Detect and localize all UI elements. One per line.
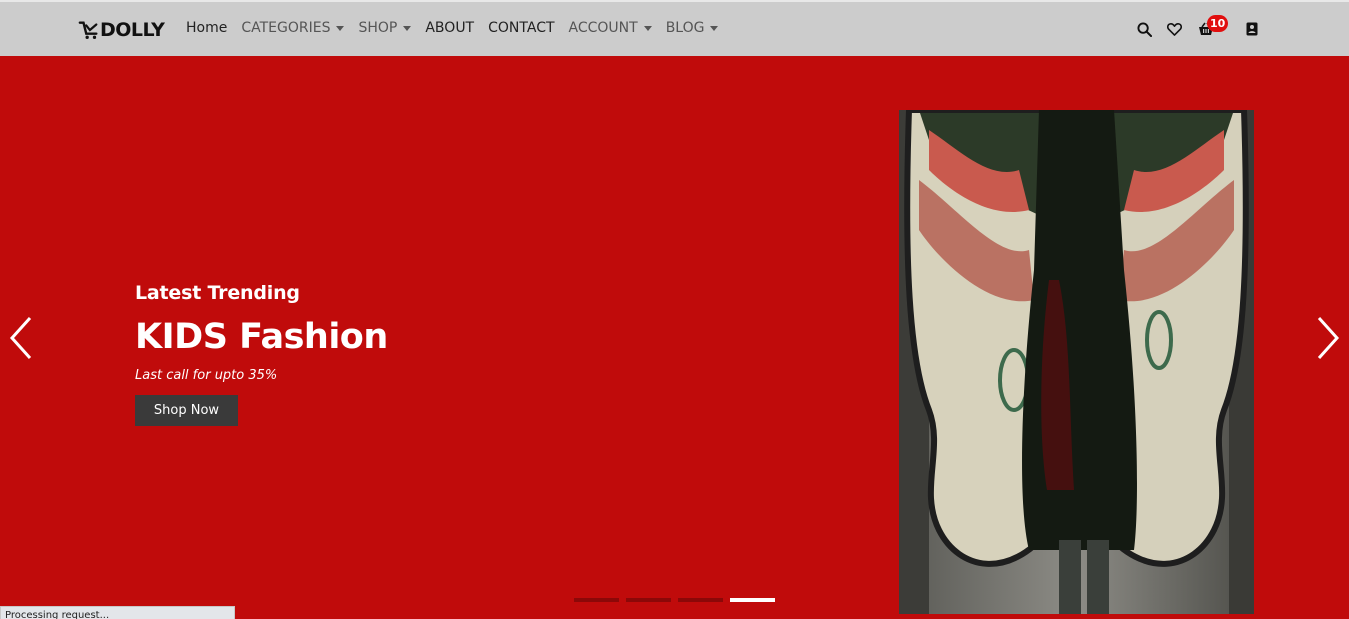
carousel-indicator-1[interactable]: [574, 598, 619, 602]
hero-description: Last call for upto 35%: [135, 368, 278, 383]
carousel-indicator-2[interactable]: [626, 598, 671, 602]
hero-carousel: Latest Trending KIDS Fashion Last call f…: [0, 56, 1349, 619]
chevron-right-icon: [1317, 316, 1340, 360]
main-nav: Home CATEGORIES SHOP ABOUT CONTACT ACCOU…: [186, 20, 732, 36]
nav-account[interactable]: ACCOUNT: [569, 20, 652, 36]
search-button[interactable]: [1135, 20, 1153, 38]
butterfly-costume-photo: [899, 110, 1254, 614]
browser-status-bar: Processing request...: [0, 606, 235, 619]
nav-home[interactable]: Home: [186, 20, 227, 36]
caret-down-icon: [710, 25, 719, 31]
nav-contact[interactable]: CONTACT: [488, 20, 554, 36]
nav-about[interactable]: ABOUT: [425, 20, 474, 36]
nav-account-label: ACCOUNT: [568, 20, 638, 36]
nav-blog[interactable]: BLOG: [666, 20, 719, 36]
account-button[interactable]: [1243, 20, 1261, 38]
carousel-indicator-4[interactable]: [730, 598, 775, 602]
chevron-left-icon: [9, 316, 32, 360]
cart-logo-icon: [78, 21, 98, 39]
nav-contact-label: CONTACT: [488, 20, 555, 36]
caret-down-icon: [336, 25, 345, 31]
nav-shop[interactable]: SHOP: [358, 20, 412, 36]
account-icon: [1246, 22, 1258, 36]
nav-categories-label: CATEGORIES: [241, 20, 331, 36]
hero-product-image: [899, 110, 1254, 614]
brand-logo[interactable]: DOLLY: [78, 18, 165, 42]
nav-about-label: ABOUT: [425, 20, 475, 36]
hero-title: KIDS Fashion: [135, 317, 388, 357]
hero-subtitle: Latest Trending: [135, 282, 300, 304]
carousel-prev-button[interactable]: [8, 316, 34, 360]
cart-count-badge: 10: [1207, 15, 1229, 32]
nav-icons: 10: [1123, 15, 1261, 38]
brand-name: DOLLY: [100, 19, 165, 41]
nav-home-label: Home: [186, 20, 228, 36]
shop-now-button[interactable]: Shop Now: [135, 395, 238, 426]
carousel-indicators: [574, 598, 782, 602]
heart-icon: [1166, 23, 1182, 36]
carousel-indicator-3[interactable]: [678, 598, 723, 602]
cart-button[interactable]: 10: [1197, 15, 1229, 38]
wishlist-button[interactable]: [1165, 20, 1183, 38]
caret-down-icon: [403, 25, 412, 31]
nav-shop-label: SHOP: [358, 20, 398, 36]
navbar: DOLLY Home CATEGORIES SHOP ABOUT CONTACT…: [0, 0, 1349, 56]
search-icon: [1136, 21, 1152, 37]
carousel-next-button[interactable]: [1315, 316, 1341, 360]
nav-categories[interactable]: CATEGORIES: [241, 20, 345, 36]
caret-down-icon: [643, 25, 652, 31]
nav-blog-label: BLOG: [665, 20, 705, 36]
